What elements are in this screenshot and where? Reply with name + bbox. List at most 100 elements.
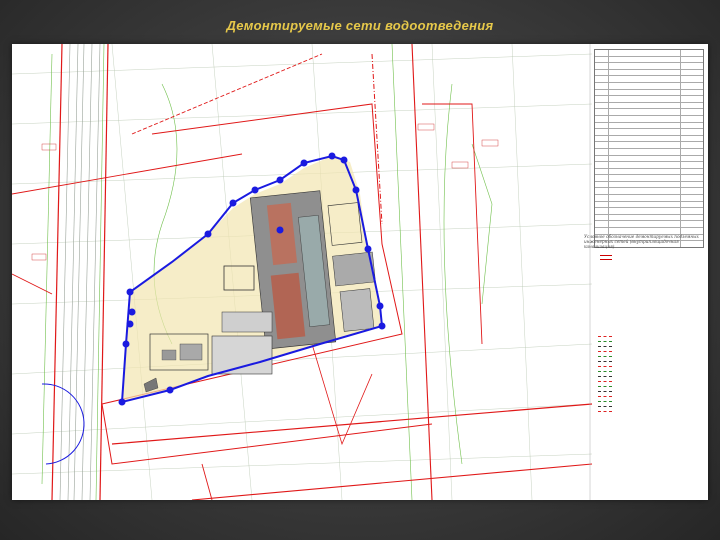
legend-table-grid [594, 49, 704, 248]
legend-cell-num [595, 76, 609, 82]
legend-table-row [595, 109, 703, 116]
legend-cell-num [595, 135, 609, 142]
legend-table-row [595, 76, 703, 83]
legend-cell-note [681, 202, 703, 208]
legend-table-row [595, 56, 703, 64]
legend-cell-num [595, 122, 609, 129]
legend-cell-name [609, 76, 681, 82]
legend-cell-name [609, 109, 681, 115]
legend-table-row [595, 155, 703, 163]
condition-line-symbol [598, 346, 612, 347]
legend-cell-num [595, 129, 609, 135]
legend-table-row [595, 63, 703, 70]
legend-cell-num [595, 56, 609, 63]
legend-cell-name [609, 208, 681, 214]
legend-cell-name [609, 148, 681, 155]
legend-cell-note [681, 228, 703, 234]
condition-line-symbol [598, 376, 612, 377]
legend-cell-num [595, 63, 609, 69]
legend-cell-name [609, 228, 681, 234]
legend-table-row [595, 201, 703, 209]
legend-table-row [595, 135, 703, 143]
legend-table-row [595, 214, 703, 222]
site-plan-sheet: Условное обозначение демонтируемых подзе… [12, 44, 708, 500]
condition-line-symbol [598, 391, 612, 392]
legend-cell-num [595, 201, 609, 208]
legend-table-row [595, 82, 703, 90]
legend-cell-name [609, 201, 681, 208]
condition-line-symbol [598, 356, 612, 357]
legend-cell-name [609, 221, 681, 228]
legend-table [594, 44, 704, 254]
legend-cell-note [681, 221, 703, 227]
legend-cell-num [595, 148, 609, 155]
legend-table-row [595, 96, 703, 103]
legend-cell-num [595, 208, 609, 214]
legend-cell-note [681, 90, 703, 96]
legend-cell-note [681, 103, 703, 109]
legend-cell-note [681, 149, 703, 155]
legend-cell-name [609, 135, 681, 142]
legend-cell-note [681, 156, 703, 162]
legend-cell-name [609, 142, 681, 148]
legend-cell-num [595, 188, 609, 195]
legend-cell-note [681, 96, 703, 102]
legend-cell-note [681, 188, 703, 194]
legend-cell-note [681, 83, 703, 89]
legend-table-row [595, 188, 703, 196]
legend-table-row [595, 122, 703, 130]
condition-line-symbol [598, 386, 612, 387]
legend-table-row [595, 115, 703, 123]
legend-table-row [595, 181, 703, 189]
condition-line-symbol [598, 371, 612, 372]
legend-cell-note [681, 208, 703, 214]
condition-line-symbol [598, 361, 612, 362]
legend-cell-num [595, 96, 609, 102]
legend-cell-note [681, 63, 703, 69]
legend-cell-num [595, 142, 609, 148]
legend-cell-name [609, 214, 681, 221]
slide-title: Демонтируемые сети водоотведения [226, 18, 494, 33]
legend-table-row [595, 175, 703, 182]
legend-table-row [595, 69, 703, 77]
legend-cell-note [681, 129, 703, 135]
legend-cell-name [609, 63, 681, 69]
legend-table-row [595, 89, 703, 97]
legend-table-row [595, 162, 703, 169]
legend-table-row [595, 148, 703, 156]
condition-line-symbol [598, 381, 612, 382]
legend-table-row [595, 102, 703, 110]
legend-table-row [595, 142, 703, 149]
legend-cell-num [595, 109, 609, 115]
legend-table-row [595, 168, 703, 176]
legend-cell-num [595, 115, 609, 122]
legend-table-row [595, 129, 703, 136]
legend-cell-num [595, 102, 609, 109]
legend-cell-note [681, 57, 703, 63]
legend-cell-num [595, 82, 609, 89]
legend-table-row [595, 221, 703, 229]
legend-cell-name [609, 115, 681, 122]
legend-cell-note [681, 70, 703, 76]
legend-cell-note [681, 50, 703, 56]
legend-cell-num [595, 221, 609, 228]
condition-line-symbol [598, 366, 612, 367]
legend-cell-note [681, 182, 703, 188]
legend-cell-name [609, 181, 681, 188]
condition-line-symbol [598, 406, 612, 407]
legend-cell-num [595, 175, 609, 181]
legend-cell-num [595, 214, 609, 221]
legend-table-row [595, 50, 703, 57]
legend-cell-name [609, 155, 681, 162]
legend-cell-num [595, 69, 609, 76]
legend-cell-num [595, 50, 609, 56]
legend-cell-name [609, 56, 681, 63]
legend-cell-num [595, 181, 609, 188]
legend-cell-note [681, 136, 703, 142]
legend-cell-note [681, 195, 703, 201]
legend-cell-name [609, 89, 681, 96]
legend-cell-num [595, 155, 609, 162]
condition-line-symbol [598, 336, 612, 337]
demolition-line-swatch [600, 255, 612, 260]
legend-cell-num [595, 89, 609, 96]
